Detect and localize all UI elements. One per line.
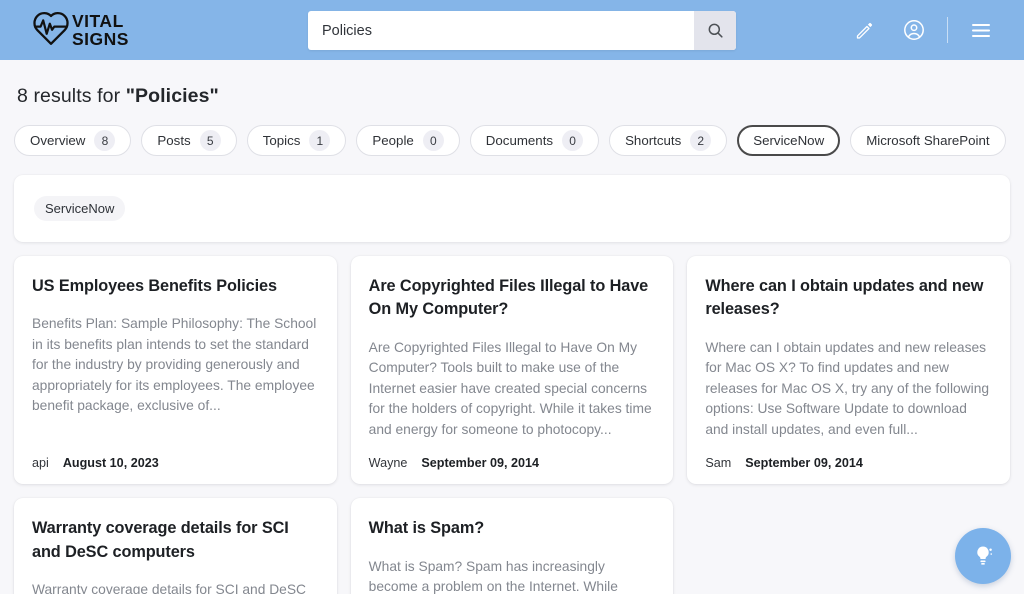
results-heading: 8 results for "Policies" [17, 85, 1024, 108]
result-card-date: September 09, 2014 [421, 456, 540, 471]
header-divider [947, 17, 948, 43]
filter-chip-count: 1 [309, 130, 331, 151]
pencil-icon [856, 22, 872, 39]
svg-text:SIGNS: SIGNS [72, 29, 129, 49]
result-card-footer: api August 10, 2023 [32, 440, 319, 470]
result-card-title: Warranty coverage details for SCI and De… [32, 519, 289, 561]
result-card[interactable]: Where can I obtain updates and new relea… [687, 256, 1010, 485]
filter-chip-label: Topics [262, 133, 301, 148]
filter-chip-people[interactable]: People 0 [356, 125, 460, 156]
result-card-title: Where can I obtain updates and new relea… [705, 277, 984, 319]
filter-chips: Overview 8 Posts 5 Topics 1 People 0 Doc… [14, 125, 1024, 156]
filter-chip-shortcuts[interactable]: Shortcuts 2 [609, 125, 728, 156]
search-icon [708, 23, 723, 38]
search-input[interactable] [308, 11, 694, 50]
result-card-body: Where can I obtain updates and new relea… [705, 339, 990, 437]
result-card-author: api [32, 456, 49, 471]
result-card-author: Wayne [368, 456, 408, 471]
svg-text:VITAL: VITAL [72, 11, 124, 31]
filter-chip-label: Documents [485, 133, 554, 148]
filter-chip-label: Overview [30, 133, 86, 148]
filter-chip-label: Microsoft SharePoint [866, 133, 990, 148]
user-circle-icon [904, 20, 924, 40]
source-section-label: ServiceNow [34, 196, 126, 221]
result-card-footer: Sam September 09, 2014 [705, 440, 992, 470]
search-bar [308, 11, 736, 50]
results-count-text: 8 results for [17, 85, 126, 107]
filter-chip-count: 0 [562, 130, 584, 151]
app-header: VITAL SIGNS [0, 0, 1024, 60]
result-card-body: Are Copyrighted Files Illegal to Have On… [368, 339, 652, 437]
result-card[interactable]: What is Spam? What is Spam? Spam has inc… [350, 498, 674, 594]
filter-chip-count: 5 [199, 130, 221, 151]
vital-signs-logo-icon: VITAL SIGNS [33, 11, 129, 49]
result-card-title: US Employees Benefits Policies [32, 277, 277, 295]
filter-chip-documents[interactable]: Documents 0 [469, 125, 600, 156]
filter-chip-microsoft-sharepoint[interactable]: Microsoft SharePoint [850, 125, 1006, 156]
filter-chip-posts[interactable]: Posts 5 [141, 125, 237, 156]
source-section-card: ServiceNow [14, 175, 1010, 242]
results-grid: US Employees Benefits Policies Benefits … [14, 256, 1010, 594]
filter-chip-overview[interactable]: Overview 8 [14, 125, 132, 156]
result-card-body: Warranty coverage details for SCI and De… [32, 581, 307, 594]
result-card[interactable]: US Employees Benefits Policies Benefits … [14, 256, 337, 485]
filter-chip-servicenow[interactable]: ServiceNow [737, 125, 841, 156]
header-actions [839, 5, 1006, 55]
result-card-date: August 10, 2023 [62, 456, 159, 471]
filter-chip-count: 2 [690, 130, 712, 151]
result-card-author: Sam [705, 456, 732, 471]
filter-chip-label: Shortcuts [625, 133, 682, 148]
filter-chip-topics[interactable]: Topics 1 [246, 125, 347, 156]
filter-chip-label: ServiceNow [753, 133, 825, 148]
result-card-title: Are Copyrighted Files Illegal to Have On… [368, 277, 649, 319]
lightbulb-icon [977, 546, 993, 565]
result-card-footer: Wayne September 09, 2014 [369, 440, 656, 470]
filter-chip-count: 8 [94, 130, 116, 151]
result-card-date: September 09, 2014 [745, 456, 863, 471]
search-button[interactable] [694, 11, 736, 50]
result-card[interactable]: Warranty coverage details for SCI and De… [14, 498, 337, 594]
filter-chip-count: 0 [422, 130, 444, 151]
result-card-title: What is Spam? [368, 519, 485, 538]
insights-fab-button[interactable] [955, 528, 1011, 584]
hamburger-icon [972, 24, 990, 37]
account-icon[interactable] [889, 5, 939, 55]
result-card-body: What is Spam? Spam has increasingly beco… [368, 558, 618, 594]
app-logo[interactable]: VITAL SIGNS [26, 8, 130, 52]
result-card[interactable]: Are Copyrighted Files Illegal to Have On… [350, 256, 674, 485]
filter-chip-label: Posts [157, 133, 191, 148]
menu-icon[interactable] [956, 5, 1006, 55]
edit-icon[interactable] [839, 5, 889, 55]
filter-chip-label: People [372, 133, 414, 148]
results-query-text: "Policies" [125, 85, 219, 107]
result-card-body: Benefits Plan: Sample Philosophy: The Sc… [32, 316, 317, 414]
